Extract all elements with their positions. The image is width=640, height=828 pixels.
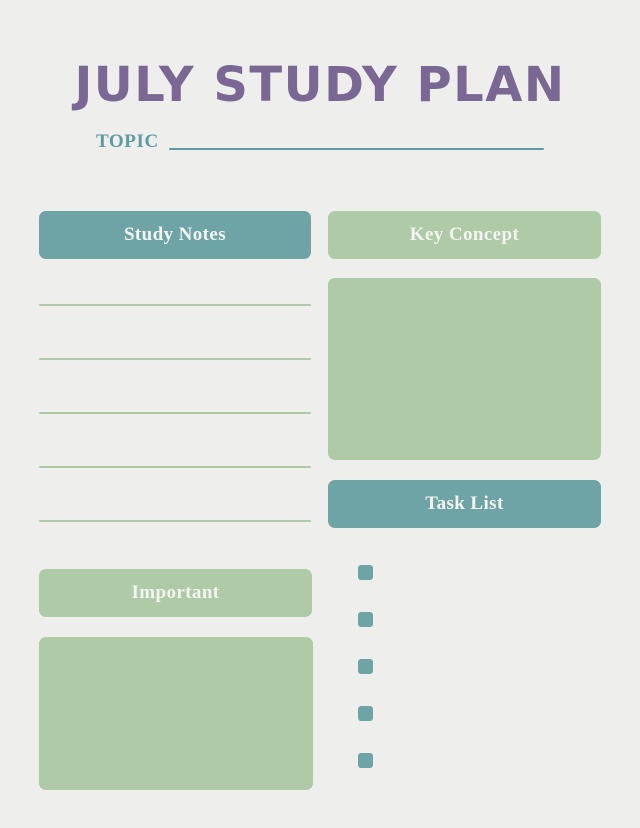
checkbox-icon[interactable] bbox=[358, 658, 373, 674]
study-notes-line[interactable] bbox=[39, 358, 311, 360]
list-item[interactable] bbox=[358, 705, 598, 721]
checkbox-icon[interactable] bbox=[358, 564, 373, 580]
important-header: Important bbox=[39, 569, 312, 617]
checkbox-icon[interactable] bbox=[358, 611, 373, 627]
key-concept-textarea[interactable] bbox=[328, 278, 601, 460]
study-notes-lines bbox=[39, 295, 311, 530]
important-header-label: Important bbox=[131, 582, 220, 603]
task-list-header-label: Task List bbox=[425, 493, 504, 514]
list-item[interactable] bbox=[358, 752, 598, 768]
study-notes-header: Study Notes bbox=[39, 211, 311, 259]
task-list-items bbox=[358, 564, 598, 774]
key-concept-header: Key Concept bbox=[328, 211, 601, 259]
study-notes-line[interactable] bbox=[39, 466, 311, 468]
study-plan-page: JULY STUDY PLAN TOPIC Study Notes Key Co… bbox=[0, 0, 640, 828]
important-textarea[interactable] bbox=[39, 637, 313, 790]
study-notes-line[interactable] bbox=[39, 304, 311, 306]
topic-label: TOPIC bbox=[96, 131, 159, 152]
topic-field-row: TOPIC bbox=[96, 127, 544, 153]
list-item[interactable] bbox=[358, 611, 598, 627]
study-notes-line[interactable] bbox=[39, 520, 311, 522]
study-notes-header-label: Study Notes bbox=[123, 224, 227, 245]
page-title: JULY STUDY PLAN bbox=[74, 57, 566, 113]
list-item[interactable] bbox=[358, 564, 598, 580]
study-notes-line[interactable] bbox=[39, 412, 311, 414]
topic-input-line[interactable] bbox=[168, 148, 544, 150]
checkbox-icon[interactable] bbox=[358, 752, 373, 768]
task-list-header: Task List bbox=[328, 480, 601, 528]
checkbox-icon[interactable] bbox=[358, 705, 373, 721]
key-concept-header-label: Key Concept bbox=[409, 224, 520, 245]
list-item[interactable] bbox=[358, 658, 598, 674]
